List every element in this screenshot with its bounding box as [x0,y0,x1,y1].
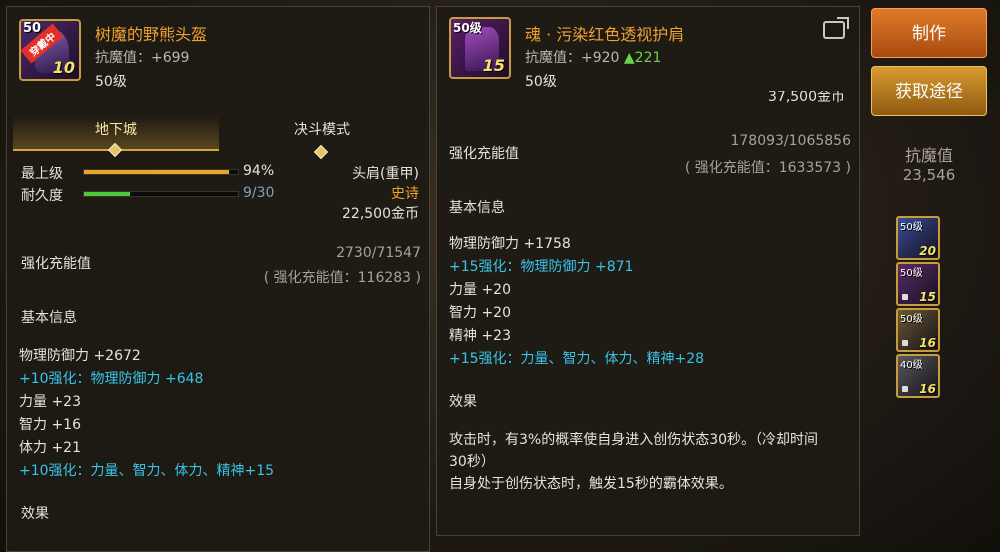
item-price-partial: 37,500金币 [768,91,845,103]
lock-icon [902,340,908,346]
top-level-bar [83,169,239,175]
tab-duel-label: 决斗模式 [294,122,350,138]
slot-enhance: 20 [919,244,936,258]
tab-duel[interactable]: 决斗模式 [219,115,425,160]
diamond-icon [107,142,123,158]
stat-line: 力量 +23 [19,394,81,410]
equipment-slot[interactable]: 50级 16 [896,308,940,352]
effect-label: 效果 [21,506,49,522]
stat-line: 体力 +21 [19,440,81,456]
slot-enhance: 16 [919,382,936,396]
effect-label: 效果 [449,394,477,410]
resist-prefix: 抗魔值：+920 [525,50,624,66]
charge-ratio: 178093/1065856 [730,133,851,149]
equipment-slot[interactable]: 50级 20 [896,216,940,260]
enhance-level: 10 [52,58,75,77]
item-resist: 抗魔值：+699 [95,50,190,66]
item-name: 树魔的野熊头盔 [95,25,208,44]
stat-line: +15强化：物理防御力 +871 [449,259,634,275]
effect-text: 30秒） [449,454,495,470]
equipment-slot[interactable]: 40级 16 [896,354,940,398]
stat-line: 智力 +16 [19,417,81,433]
top-level-bar-fill [84,170,229,174]
charge-label: 强化充能值 [21,256,91,272]
stat-line: 精神 +23 [449,328,511,344]
lock-icon [902,294,908,300]
item-level: 50级 [95,74,127,90]
top-level-label: 最上级 [21,166,63,182]
slot-enhance: 16 [919,336,936,350]
stat-line: +10强化：物理防御力 +648 [19,371,204,387]
total-resist-value: 23,546 [902,166,956,184]
durability-bar-fill [84,192,131,196]
basic-info-label: 基本信息 [449,200,505,216]
item-price: 22,500金币 [342,206,419,222]
helmet-item-icon[interactable]: 50 穿戴中 10 [19,19,81,81]
icon-level-tag: 50级 [453,21,482,35]
effect-text: 攻击时，有3%的概率使自身进入创伤状态30秒。（冷却时间 [449,432,819,448]
mode-tabs: 地下城 决斗模式 [13,115,425,160]
item-level: 50级 [525,74,557,90]
lock-icon [902,386,908,392]
equipment-slot[interactable]: 50级 15 [896,262,940,306]
item-name: 魂 · 污染红色透视护肩 [525,25,685,44]
stat-line: 力量 +20 [449,282,511,298]
durability-label: 耐久度 [21,188,63,204]
shoulder-item-icon[interactable]: 50级 15 [449,17,511,79]
diamond-icon [313,144,329,160]
item-slot: 头肩(重甲) [352,166,419,182]
top-level-value: 94% [243,163,275,179]
charge-total: ( 强化充能值：1633573 ) [684,160,851,176]
stat-line: 智力 +20 [449,305,511,321]
tab-dungeon[interactable]: 地下城 [13,115,219,158]
equipped-item-panel: 50 穿戴中 10 树魔的野熊头盔 抗魔值：+699 50级 地下城 决斗模式 … [6,6,430,552]
charge-label: 强化充能值 [449,146,519,162]
basic-info-label: 基本信息 [21,310,77,326]
slot-level: 50级 [900,314,923,325]
make-button[interactable]: 制作 [871,8,987,58]
tab-dungeon-label: 地下城 [95,122,137,138]
share-icon[interactable] [823,17,849,39]
stat-line: 物理防御力 +2672 [19,348,141,364]
durability-value: 9/30 [243,185,275,201]
effect-text: 自身处于创伤状态时，触发15秒的霸体效果。 [449,476,733,492]
item-resist: 抗魔值：+920 ▲221 [525,47,661,67]
total-resist-label: 抗魔值 [904,146,953,165]
stat-line: +15强化：力量、智力、体力、精神+28 [449,351,705,367]
item-header: 50 穿戴中 10 树魔的野熊头盔 抗魔值：+699 50级 [7,7,429,99]
stat-line: 物理防御力 +1758 [449,236,571,252]
resist-increase: ▲221 [623,50,662,66]
charge-ratio: 2730/71547 [336,245,421,261]
item-header: 50级 15 魂 · 污染红色透视护肩 抗魔值：+920 ▲221 50级 [437,7,859,99]
item-rarity: 史诗 [391,186,419,202]
charge-total: ( 强化充能值：116283 ) [263,270,421,286]
durability-bar [83,191,239,197]
enhance-level: 15 [482,56,505,75]
get-source-button[interactable]: 获取途径 [871,66,987,116]
stat-line: +10强化：力量、智力、体力、精神+15 [19,463,275,479]
slot-level: 50级 [900,268,923,279]
slot-level: 50级 [900,222,923,233]
slot-enhance: 15 [919,290,936,304]
compare-item-panel: 50级 15 魂 · 污染红色透视护肩 抗魔值：+920 ▲221 50级 37… [436,6,860,536]
slot-level: 40级 [900,360,923,371]
